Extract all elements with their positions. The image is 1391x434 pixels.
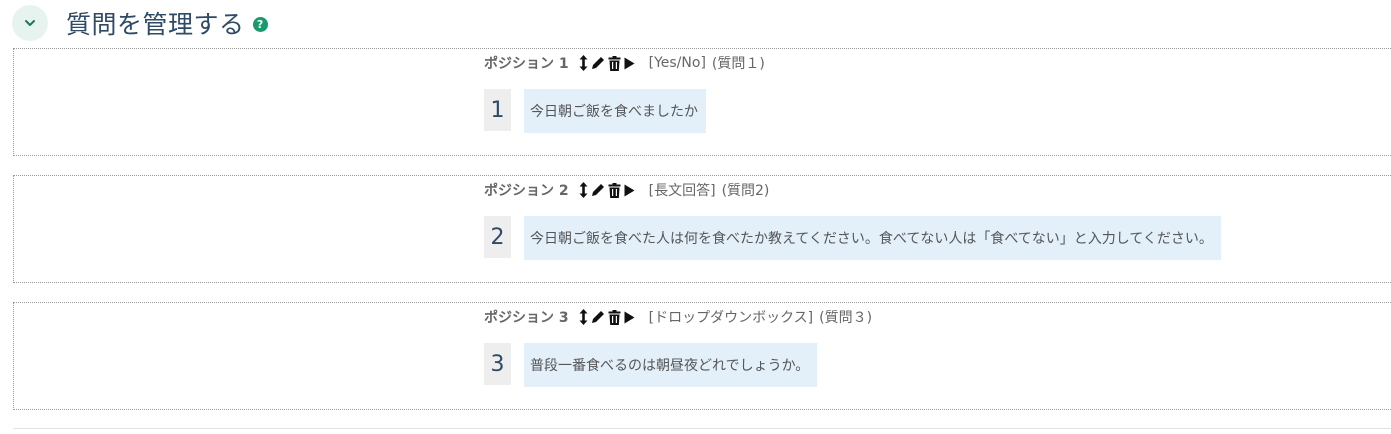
- delete-icon[interactable]: [608, 55, 621, 71]
- edit-icon[interactable]: [591, 183, 605, 197]
- divider: [13, 428, 1391, 429]
- chevron-down-icon: [25, 20, 35, 26]
- question-tools: [579, 309, 635, 325]
- section-header: 質問を管理する ?: [12, 4, 268, 42]
- question-code: (質問３): [819, 310, 873, 326]
- question-type: [長文回答]: [648, 183, 716, 199]
- edit-icon[interactable]: [591, 310, 605, 324]
- question-row: ポジション 1 [Yes/No] (質問１) 1 今日朝ご飯を食べましたか: [13, 48, 1391, 156]
- question-number: 1: [484, 89, 511, 131]
- question-number: 3: [484, 343, 511, 385]
- preview-icon[interactable]: [624, 311, 635, 324]
- question-number: 2: [484, 216, 511, 258]
- edit-icon[interactable]: [591, 56, 605, 70]
- question-type: [Yes/No]: [648, 55, 706, 71]
- question-code: (質問2): [721, 183, 770, 199]
- help-icon[interactable]: ?: [252, 16, 268, 32]
- delete-icon[interactable]: [608, 182, 621, 198]
- move-icon[interactable]: [579, 55, 588, 71]
- position-label: ポジション 1: [484, 56, 569, 72]
- question-code: (質問１): [711, 56, 765, 72]
- page-title: 質問を管理する: [66, 10, 245, 39]
- preview-icon[interactable]: [624, 57, 635, 70]
- question-type: [ドロップダウンボックス]: [648, 310, 814, 326]
- question-text: 普段一番食べるのは朝昼夜どれでしょうか。: [524, 343, 818, 387]
- question-tools: [579, 55, 635, 71]
- question-tools: [579, 182, 635, 198]
- position-label: ポジション 3: [484, 310, 569, 326]
- preview-icon[interactable]: [624, 184, 635, 197]
- collapse-toggle-button[interactable]: [12, 5, 48, 41]
- move-icon[interactable]: [579, 309, 588, 325]
- question-header: ポジション 3 [ドロップダウンボックス] (質問３): [484, 307, 872, 327]
- delete-icon[interactable]: [608, 309, 621, 325]
- question-row: ポジション 2 [長文回答] (質問2) 2 今日朝ご飯を食べた人は何を食べたか…: [13, 175, 1391, 283]
- question-text: 今日朝ご飯を食べた人は何を食べたか教えてください。食べてない人は「食べてない」と…: [524, 216, 1221, 260]
- question-header: ポジション 1 [Yes/No] (質問１): [484, 53, 765, 73]
- move-icon[interactable]: [579, 182, 588, 198]
- question-text: 今日朝ご飯を食べましたか: [524, 89, 706, 133]
- question-header: ポジション 2 [長文回答] (質問2): [484, 180, 769, 200]
- question-row: ポジション 3 [ドロップダウンボックス] (質問３) 3 普段一番食べるのは朝…: [13, 302, 1391, 410]
- position-label: ポジション 2: [484, 183, 569, 199]
